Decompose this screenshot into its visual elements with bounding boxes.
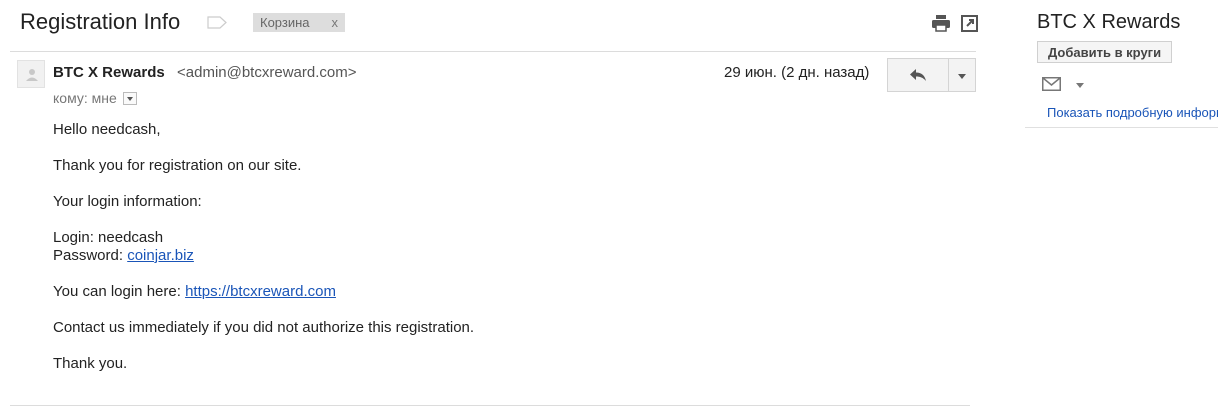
label-chip-trash: Корзина x	[253, 13, 346, 32]
print-icon[interactable]	[931, 14, 951, 32]
label-remove-button[interactable]: x	[332, 15, 339, 30]
login-here-line: You can login here: https://btcxreward.c…	[53, 283, 933, 301]
header-divider	[10, 51, 976, 52]
sender-avatar[interactable]	[17, 60, 45, 88]
body-line: Your login information:	[53, 193, 202, 210]
important-marker-icon[interactable]	[207, 16, 227, 29]
mail-options-dropdown[interactable]	[1076, 83, 1084, 88]
reply-icon	[910, 69, 926, 81]
recipient-row: кому: мне	[53, 90, 137, 106]
message-divider	[10, 405, 970, 406]
open-in-new-window-icon[interactable]	[961, 15, 978, 32]
sender-email: <admin@btcxreward.com>	[177, 64, 357, 81]
password-link[interactable]: coinjar.biz	[127, 247, 194, 264]
mail-icon[interactable]	[1042, 77, 1061, 91]
show-details-link[interactable]: Показать подробную информацию	[1047, 105, 1218, 120]
label-chip-text: Корзина	[260, 15, 310, 30]
reply-button[interactable]	[887, 58, 949, 92]
contact-name: BTC X Rewards	[1037, 11, 1181, 33]
recipient-details-dropdown[interactable]	[122, 91, 137, 105]
sender-name[interactable]: BTC X Rewards	[53, 64, 165, 81]
body-line: Thank you for registration on our site.	[53, 157, 302, 174]
login-line: Login: needcash	[53, 229, 164, 246]
site-link[interactable]: https://btcxreward.com	[185, 283, 336, 300]
login-here-label: You can login here:	[53, 283, 186, 300]
credentials-block: Login: needcash Password: coinjar.biz	[53, 229, 933, 265]
message-date: 29 июн. (2 дн. назад)	[724, 64, 870, 81]
add-to-circles-button[interactable]: Добавить в круги	[1037, 41, 1173, 63]
more-actions-button[interactable]	[948, 58, 976, 92]
greeting-line: Hello needcash,	[53, 121, 161, 138]
message-body: Hello needcash, Thank you for registrati…	[53, 121, 933, 391]
contact-sidebar: BTC X Rewards Добавить в круги Показать …	[1025, 0, 1218, 130]
sidebar-divider	[1025, 127, 1218, 128]
body-line: Contact us immediately if you did not au…	[53, 319, 475, 336]
subject-title: Registration Info	[20, 9, 181, 34]
closing-line: Thank you.	[53, 355, 128, 372]
password-label: Password:	[53, 247, 128, 264]
recipient-text: кому: мне	[53, 90, 117, 106]
person-icon	[26, 69, 38, 81]
